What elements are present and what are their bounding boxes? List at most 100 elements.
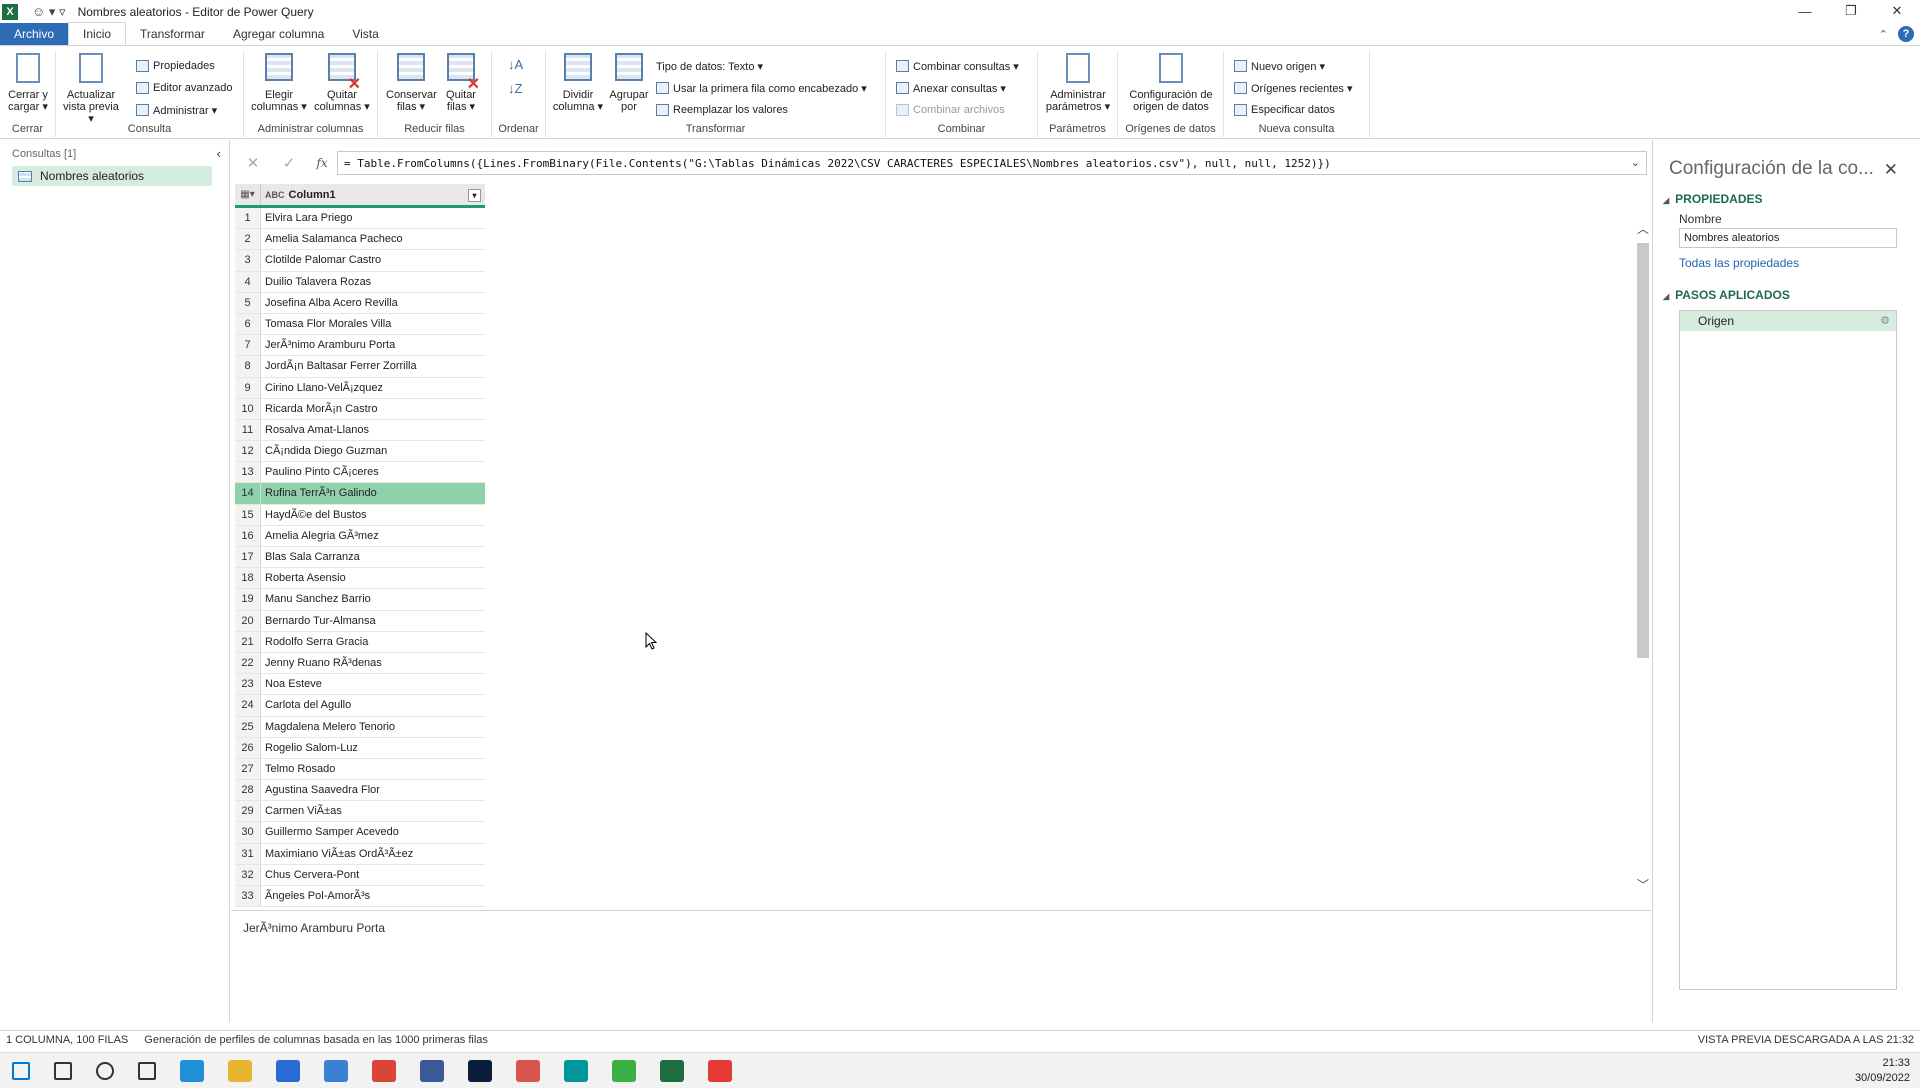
- row-number[interactable]: 15: [235, 504, 261, 525]
- row-number[interactable]: 5: [235, 292, 261, 313]
- close-window-button[interactable]: ✕: [1874, 0, 1920, 22]
- row-number[interactable]: 32: [235, 864, 261, 885]
- cell-value[interactable]: Roberta Asensio: [261, 568, 485, 588]
- row-number[interactable]: 14: [235, 483, 261, 504]
- cell-value[interactable]: Rosalva Amat-Llanos: [261, 420, 485, 440]
- expand-formula-icon[interactable]: ⌄: [1631, 156, 1640, 169]
- cell-value[interactable]: JerÃ³nimo Aramburu Porta: [261, 335, 485, 355]
- row-number[interactable]: 18: [235, 568, 261, 589]
- confirm-formula-icon[interactable]: ✓: [271, 154, 307, 172]
- row-number[interactable]: 12: [235, 441, 261, 462]
- table-row[interactable]: 32 Chus Cervera-Pont: [235, 864, 485, 886]
- row-number[interactable]: 6: [235, 313, 261, 335]
- cell-value[interactable]: HaydÃ©e del Bustos: [261, 505, 485, 525]
- remove-columns-button[interactable]: ✕ Quitar columnas ▾: [312, 53, 372, 113]
- row-number[interactable]: 11: [235, 419, 261, 441]
- cancel-formula-icon[interactable]: ✕: [235, 154, 271, 172]
- table-row[interactable]: 3 Clotilde Palomar Castro: [235, 250, 485, 272]
- cell-value[interactable]: Rufina TerrÃ³n Galindo: [261, 483, 485, 504]
- table-row[interactable]: 26 Rogelio Salom-Luz: [235, 737, 485, 759]
- table-row[interactable]: 29 Carmen ViÃ±as: [235, 801, 485, 823]
- name-field[interactable]: Nombres aleatorios: [1679, 228, 1897, 248]
- scroll-thumb[interactable]: [1637, 243, 1649, 658]
- row-number[interactable]: 1: [235, 208, 261, 229]
- manage-button[interactable]: Administrar ▾: [136, 101, 217, 119]
- table-row[interactable]: 24 Carlota del Agullo: [235, 695, 485, 717]
- profiling-status[interactable]: Generación de perfiles de columnas basad…: [144, 1034, 488, 1046]
- vertical-scrollbar[interactable]: ︿ ﹀: [1636, 220, 1650, 893]
- row-number[interactable]: 10: [235, 398, 261, 419]
- cell-value[interactable]: Tomasa Flor Morales Villa: [261, 314, 485, 334]
- cell-value[interactable]: Josefina Alba Acero Revilla: [261, 293, 485, 313]
- new-source-button[interactable]: Nuevo origen ▾: [1234, 57, 1325, 75]
- advanced-editor-button[interactable]: Editor avanzado: [136, 79, 233, 97]
- app-icon[interactable]: [420, 1059, 444, 1082]
- quick-access-toolbar[interactable]: ☺ ▾ ▿: [32, 4, 66, 20]
- applied-steps-header[interactable]: PASOS APLICADOS: [1653, 288, 1920, 302]
- table-row[interactable]: 1 Elvira Lara Priego: [235, 208, 485, 230]
- tab-vista[interactable]: Vista: [338, 23, 392, 45]
- camtasia-recorder-icon[interactable]: [708, 1059, 732, 1082]
- table-row[interactable]: 21 Rodolfo Serra Gracia: [235, 631, 485, 653]
- row-number[interactable]: 20: [235, 610, 261, 631]
- sort-ascending-icon[interactable]: ↓A: [508, 55, 523, 73]
- table-row[interactable]: 5 Josefina Alba Acero Revilla: [235, 292, 485, 314]
- cell-value[interactable]: Blas Sala Carranza: [261, 547, 485, 567]
- close-settings-icon[interactable]: ✕: [1884, 160, 1898, 180]
- cell-value[interactable]: Maximiano ViÃ±as OrdÃ³Ã±ez: [261, 844, 485, 864]
- scroll-up-icon[interactable]: ︿: [1636, 220, 1650, 237]
- sync-icon[interactable]: [324, 1059, 348, 1082]
- table-row[interactable]: 2 Amelia Salamanca Pacheco: [235, 229, 485, 251]
- refresh-preview-button[interactable]: Actualizar vista previa ▾: [62, 53, 120, 125]
- cell-value[interactable]: Amelia Alegria GÃ³mez: [261, 526, 485, 546]
- row-number[interactable]: 8: [235, 356, 261, 377]
- row-number[interactable]: 22: [235, 652, 261, 674]
- data-type-dropdown[interactable]: Tipo de datos: Texto ▾: [656, 57, 763, 75]
- chrome-icon[interactable]: [372, 1059, 396, 1082]
- merge-queries-button[interactable]: Combinar consultas ▾: [896, 57, 1019, 75]
- sort-descending-icon[interactable]: ↓Z: [508, 79, 522, 97]
- row-number[interactable]: 33: [235, 886, 261, 907]
- cell-value[interactable]: Telmo Rosado: [261, 759, 485, 779]
- cell-value[interactable]: Agustina Saavedra Flor: [261, 780, 485, 800]
- table-row[interactable]: 20 Bernardo Tur-Almansa: [235, 610, 485, 632]
- column-header[interactable]: ABC Column1 ▾: [261, 184, 485, 205]
- cell-value[interactable]: Amelia Salamanca Pacheco: [261, 229, 485, 249]
- table-row[interactable]: 6 Tomasa Flor Morales Villa: [235, 313, 485, 336]
- cell-value[interactable]: Carmen ViÃ±as: [261, 801, 485, 821]
- group-by-button[interactable]: Agrupar por: [606, 53, 652, 113]
- formula-input[interactable]: = Table.FromColumns({Lines.FromBinary(Fi…: [337, 151, 1647, 175]
- row-number[interactable]: 26: [235, 737, 261, 758]
- row-number[interactable]: 7: [235, 335, 261, 356]
- table-row[interactable]: 30 Guillermo Samper Acevedo: [235, 822, 485, 844]
- combine-files-button[interactable]: Combinar archivos: [896, 101, 1005, 119]
- table-row[interactable]: 28 Agustina Saavedra Flor: [235, 780, 485, 802]
- table-row[interactable]: 16 Amelia Alegria GÃ³mez: [235, 525, 485, 547]
- cell-value[interactable]: Bernardo Tur-Almansa: [261, 611, 485, 631]
- tab-agregar-columna[interactable]: Agregar columna: [219, 23, 338, 45]
- cell-value[interactable]: Carlota del Agullo: [261, 695, 485, 715]
- app2-icon[interactable]: [516, 1059, 540, 1082]
- text-type-icon[interactable]: ABC: [265, 190, 285, 200]
- table-row[interactable]: 14 Rufina TerrÃ³n Galindo: [235, 483, 485, 505]
- table-row[interactable]: 8 JordÃ¡n Baltasar Ferrer Zorrilla: [235, 356, 485, 378]
- help-icon[interactable]: ?: [1898, 26, 1914, 42]
- filter-dropdown-icon[interactable]: ▾: [468, 189, 481, 202]
- all-properties-link[interactable]: Todas las propiedades: [1653, 248, 1920, 270]
- split-column-button[interactable]: Dividir columna ▾: [550, 53, 606, 113]
- scroll-down-icon[interactable]: ﹀: [1636, 876, 1650, 893]
- table-row[interactable]: 15 HaydÃ©e del Bustos: [235, 504, 485, 526]
- query-item[interactable]: Nombres aleatorios: [12, 166, 212, 186]
- cell-value[interactable]: Jenny Ruano RÃ³denas: [261, 653, 485, 673]
- table-row[interactable]: 18 Roberta Asensio: [235, 568, 485, 590]
- store-icon[interactable]: [276, 1059, 300, 1082]
- windows-icon[interactable]: [12, 1061, 30, 1080]
- cell-value[interactable]: Noa Esteve: [261, 674, 485, 694]
- close-load-button[interactable]: Cerrar y cargar ▾: [3, 53, 53, 113]
- row-number[interactable]: 13: [235, 462, 261, 483]
- recent-sources-button[interactable]: Orígenes recientes ▾: [1234, 79, 1353, 97]
- gear-icon[interactable]: ⚙: [1880, 314, 1890, 327]
- cortana-icon[interactable]: [96, 1061, 114, 1080]
- row-number[interactable]: 28: [235, 780, 261, 801]
- cell-value[interactable]: CÃ¡ndida Diego Guzman: [261, 441, 485, 461]
